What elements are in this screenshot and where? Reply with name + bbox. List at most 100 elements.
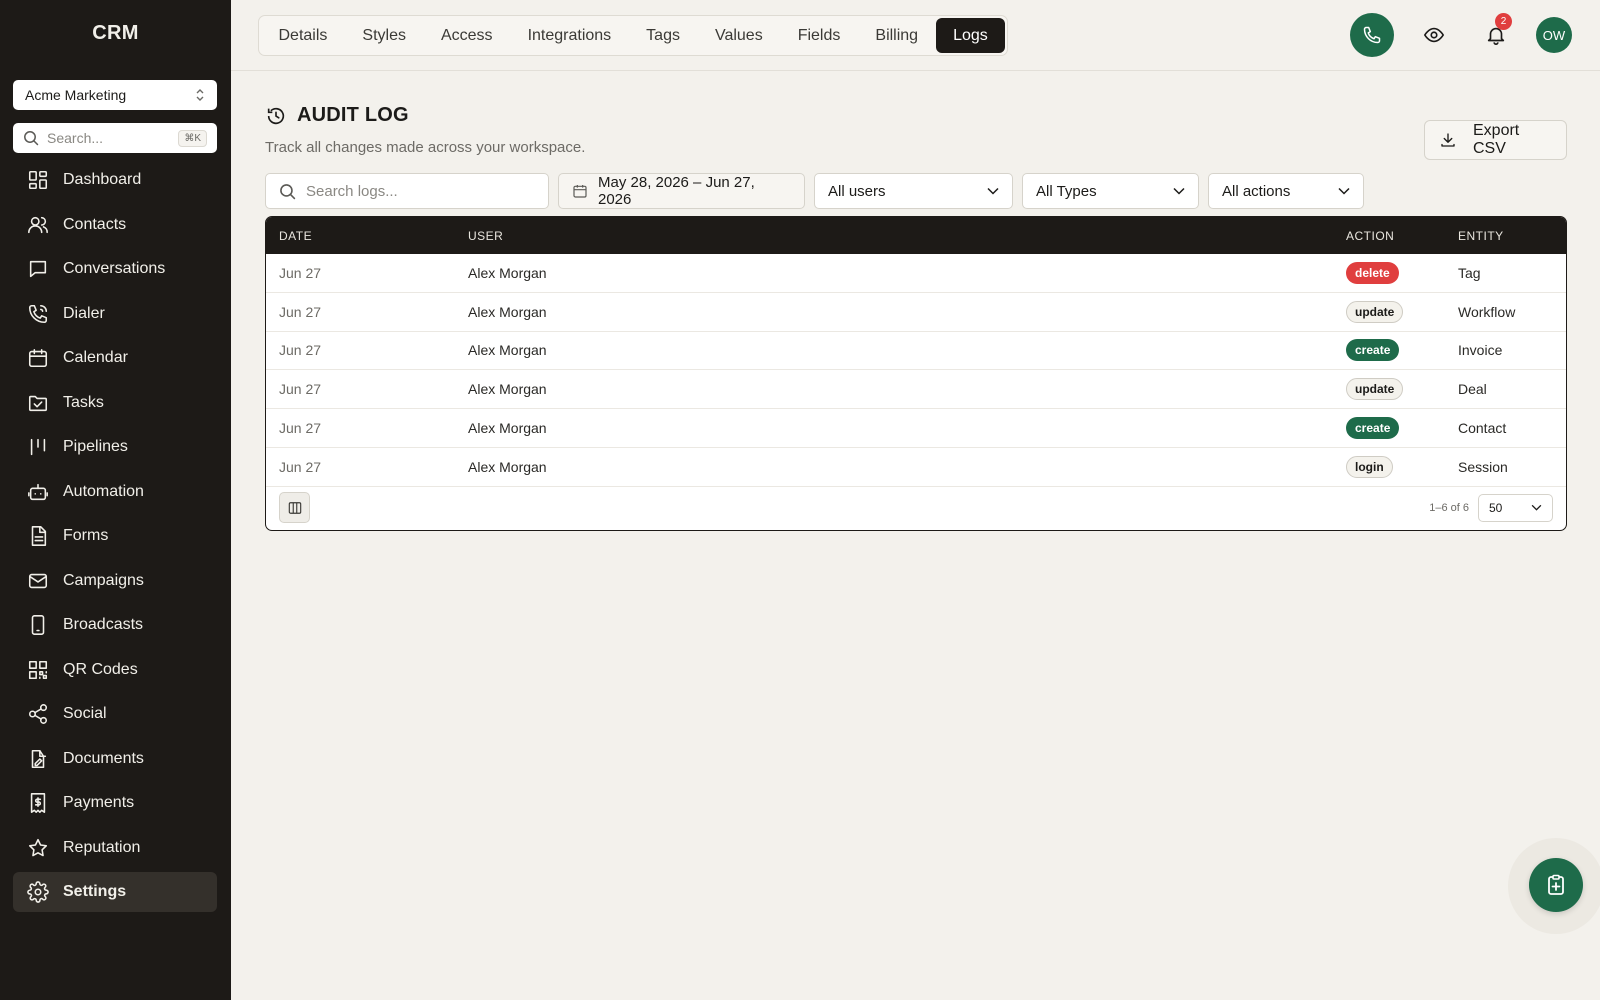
column-header-action[interactable]: ACTION (1346, 229, 1394, 243)
tab-access[interactable]: Access (423, 18, 510, 53)
table-row[interactable]: Jun 27 Alex Morgan create Invoice (266, 332, 1566, 371)
tab-billing[interactable]: Billing (858, 18, 936, 53)
chevron-down-icon (987, 187, 999, 195)
share-icon (27, 703, 49, 725)
sidebar-item-settings[interactable]: Settings (13, 872, 217, 912)
cell-entity: Contact (1458, 420, 1507, 437)
mobile-icon (27, 614, 49, 636)
clipboard-plus-icon (1544, 873, 1568, 897)
history-icon (265, 105, 287, 127)
sidebar-item-campaigns[interactable]: Campaigns (13, 561, 217, 601)
types-filter-select[interactable]: All Types (1022, 173, 1199, 209)
action-badge: delete (1346, 261, 1399, 284)
sidebar-item-dashboard[interactable]: Dashboard (13, 160, 217, 200)
sidebar-item-tasks[interactable]: Tasks (13, 383, 217, 423)
table-row[interactable]: Jun 27 Alex Morgan login Session (266, 448, 1566, 487)
tab-values[interactable]: Values (697, 18, 780, 53)
columns-icon (288, 501, 302, 515)
sidebar-item-forms[interactable]: Forms (13, 516, 217, 556)
table-row[interactable]: Jun 27 Alex Morgan update Deal (266, 370, 1566, 410)
chevron-down-icon (1173, 187, 1185, 195)
sidebar-item-conversations[interactable]: Conversations (13, 249, 217, 289)
sidebar-search-input[interactable]: Search... ⌘K (13, 123, 217, 153)
cell-date: Jun 27 (279, 381, 322, 398)
log-search-placeholder: Search logs... (306, 182, 398, 200)
tab-logs[interactable]: Logs (935, 18, 1006, 53)
tab-integrations[interactable]: Integrations (510, 18, 629, 53)
action-badge: update (1346, 300, 1404, 323)
sidebar-item-label: Conversations (63, 260, 166, 277)
sidebar-item-reputation[interactable]: Reputation (13, 828, 217, 868)
chat-icon (27, 258, 49, 280)
sidebar-item-calendar[interactable]: Calendar (13, 338, 217, 378)
action-badge: login (1346, 455, 1393, 478)
date-range-value: May 28, 2026 – Jun 27, 2026 (598, 174, 755, 208)
users-filter-value: All users (828, 182, 886, 200)
cell-entity: Invoice (1458, 342, 1503, 359)
tab-tags[interactable]: Tags (629, 18, 698, 53)
cell-date: Jun 27 (279, 303, 322, 320)
settings-tabs: Details Styles Access Integrations Tags Value… (258, 15, 1009, 56)
cell-entity: Workflow (1458, 303, 1516, 320)
table-header: DATE USER ACTION ENTITY (266, 217, 1566, 254)
sidebar-item-label: Payments (63, 794, 135, 811)
sidebar-item-label: Tasks (63, 393, 104, 411)
sidebar-item-label: Dashboard (63, 171, 142, 188)
calendar-icon (27, 347, 49, 369)
cell-user: Alex Morgan (468, 264, 547, 281)
brand-logo: CRM (92, 22, 139, 44)
per-page-value: 50 (1489, 500, 1503, 515)
tab-details[interactable]: Details (261, 18, 345, 53)
column-header-user[interactable]: USER (468, 229, 503, 243)
table-footer: 1–6 of 6 50 (266, 485, 1566, 530)
form-icon (27, 525, 49, 547)
table-row[interactable]: Jun 27 Alex Morgan create Contact (266, 409, 1566, 448)
actions-filter-select[interactable]: All actions (1208, 173, 1364, 209)
sidebar-item-broadcasts[interactable]: Broadcasts (13, 605, 217, 645)
column-header-date[interactable]: DATE (279, 229, 312, 243)
sidebar-item-contacts[interactable]: Contacts (13, 205, 217, 245)
sidebar-item-dialer[interactable]: Dialer (13, 294, 217, 334)
sidebar-item-label: Dialer (63, 304, 105, 322)
search-icon (279, 183, 296, 200)
per-page-select[interactable]: 50 (1478, 493, 1553, 522)
preview-button[interactable] (1412, 13, 1456, 57)
actions-filter-value: All actions (1222, 182, 1291, 200)
tab-styles[interactable]: Styles (345, 18, 424, 53)
sidebar-item-payments[interactable]: Payments (13, 783, 217, 823)
date-range-picker[interactable]: May 28, 2026 – Jun 27, 2026 (558, 173, 805, 209)
tab-fields[interactable]: Fields (780, 18, 858, 53)
workspace-selector[interactable]: Acme Marketing (13, 80, 217, 110)
table-row[interactable]: Jun 27 Alex Morgan update Workflow (266, 293, 1566, 332)
sidebar-item-label: Campaigns (63, 571, 144, 589)
cell-entity: Session (1458, 458, 1508, 475)
sidebar-item-social[interactable]: Social (13, 694, 217, 734)
log-search-input[interactable]: Search logs... (265, 173, 549, 209)
quick-task-button[interactable] (1529, 858, 1583, 912)
sidebar: CRM Acme Marketing Search... ⌘K Dashboar… (0, 0, 231, 1000)
user-avatar[interactable]: OW (1536, 17, 1572, 53)
columns-toggle-button[interactable] (279, 492, 310, 523)
export-csv-label: Export CSV (1473, 122, 1520, 157)
table-row[interactable]: Jun 27 Alex Morgan delete Tag (266, 254, 1566, 293)
notifications-button[interactable]: 2 (1474, 13, 1518, 57)
column-header-entity[interactable]: ENTITY (1458, 229, 1504, 243)
search-icon (23, 130, 39, 146)
sidebar-item-qr-codes[interactable]: QR Codes (13, 650, 217, 690)
gear-icon (27, 881, 49, 903)
sidebar-item-documents[interactable]: Documents (13, 739, 217, 779)
dollar-receipt-icon (27, 792, 49, 814)
call-button[interactable] (1350, 13, 1394, 57)
notification-badge: 2 (1495, 13, 1512, 30)
action-badge: create (1346, 339, 1400, 362)
sidebar-item-automation[interactable]: Automation (13, 472, 217, 512)
folder-check-icon (27, 392, 49, 414)
users-filter-select[interactable]: All users (814, 173, 1013, 209)
sidebar-item-pipelines[interactable]: Pipelines (13, 427, 217, 467)
mail-icon (27, 570, 49, 592)
export-csv-button[interactable]: Export CSV (1424, 120, 1567, 160)
sidebar-item-label: Settings (63, 883, 127, 900)
cell-date: Jun 27 (279, 458, 322, 475)
table-body: Jun 27 Alex Morgan delete Tag Jun 27 Alex Mor… (266, 254, 1566, 487)
cell-user: Alex Morgan (468, 458, 547, 475)
